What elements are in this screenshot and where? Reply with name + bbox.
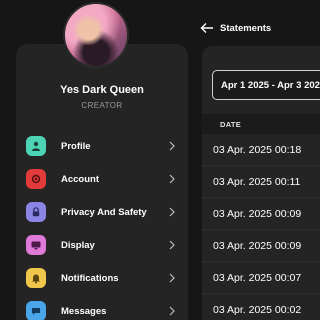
menu-label: Notifications xyxy=(61,272,119,284)
message-icon xyxy=(26,301,46,320)
lock-icon xyxy=(26,202,46,222)
menu-item-profile[interactable]: Profile xyxy=(26,133,176,159)
chevron-right-icon xyxy=(169,306,175,316)
menu-item-messages[interactable]: Messages xyxy=(26,298,176,320)
menu-label: Messages xyxy=(61,305,107,317)
table-row[interactable]: 03 Apr. 2025 00:18 xyxy=(202,134,320,166)
menu-label: Profile xyxy=(61,140,91,152)
chevron-right-icon xyxy=(169,240,175,250)
menu-item-display[interactable]: Display xyxy=(26,232,176,258)
menu-label: Privacy And Safety xyxy=(61,206,147,218)
settings-icon xyxy=(26,169,46,189)
menu-label: Account xyxy=(61,173,99,185)
page-title: Statements xyxy=(220,22,272,34)
chevron-right-icon xyxy=(169,273,175,283)
table-row[interactable]: 03 Apr. 2025 00:09 xyxy=(202,198,320,230)
table-row[interactable]: 03 Apr. 2025 00:07 xyxy=(202,262,320,294)
menu-item-notifications[interactable]: Notifications xyxy=(26,265,176,291)
chevron-right-icon xyxy=(169,141,175,151)
menu-label: Display xyxy=(61,239,95,251)
profile-name: Yes Dark Queen xyxy=(60,84,144,96)
column-header-date[interactable]: DATE xyxy=(202,114,320,134)
display-icon xyxy=(26,235,46,255)
menu-item-account[interactable]: Account xyxy=(26,166,176,192)
table-row[interactable]: 03 Apr. 2025 00:11 xyxy=(202,166,320,198)
chevron-right-icon xyxy=(169,207,175,217)
table-row[interactable]: 03 Apr. 2025 00:02 xyxy=(202,294,320,320)
statements-header: Statements xyxy=(200,19,271,37)
avatar[interactable] xyxy=(63,2,129,68)
table-row[interactable]: 03 Apr. 2025 00:09 xyxy=(202,230,320,262)
profile-role: CREATOR xyxy=(81,101,123,110)
menu-item-privacy-and-safety[interactable]: Privacy And Safety xyxy=(26,199,176,225)
back-arrow-icon[interactable] xyxy=(200,22,214,34)
date-range-picker[interactable]: Apr 1 2025 - Apr 3 2025 xyxy=(212,70,320,100)
bell-icon xyxy=(26,268,46,288)
person-icon xyxy=(26,136,46,156)
chevron-right-icon xyxy=(169,174,175,184)
